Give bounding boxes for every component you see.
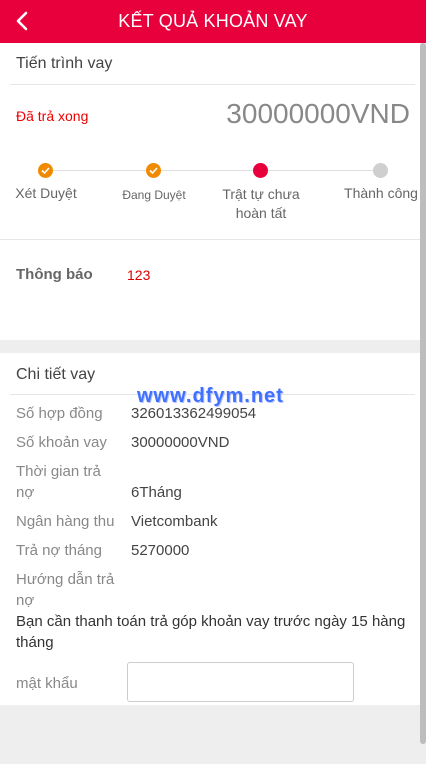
monthly-payment-value: 5270000 <box>131 542 190 559</box>
divider <box>10 84 415 85</box>
step-dot-approving <box>146 163 161 178</box>
loan-progress-card: Tiến trình vay Đã trả xong 30000000VND X… <box>0 43 420 340</box>
loan-term-value: 6Tháng <box>131 484 182 501</box>
receiving-bank-value: Vietcombank <box>131 513 218 530</box>
password-input[interactable] <box>127 662 354 702</box>
receiving-bank-label: Ngân hàng thu <box>16 513 115 530</box>
loan-amount-label: Số khoản vay <box>16 434 107 451</box>
contract-number-label: Số hợp đồng <box>16 405 103 422</box>
loan-amount: 30000000VND <box>226 98 410 129</box>
monthly-payment-label: Trả nợ tháng <box>16 542 102 559</box>
loan-amount-value: 30000000VND <box>131 434 230 451</box>
repayment-instruction: Bạn cần thanh toán trả góp khoản vay trư… <box>16 613 406 651</box>
loan-status: Đã trả xong <box>16 108 89 124</box>
divider <box>0 239 420 240</box>
step-label-pending-order: Trật tự chưa hoàn tất <box>222 186 300 221</box>
step-label-success: Thành công <box>344 185 418 201</box>
step-dot-pending-order <box>253 163 268 178</box>
loan-term-label: Thời gian trả nợ <box>16 463 101 501</box>
scrollbar[interactable] <box>420 43 426 744</box>
step-dot-review <box>38 163 53 178</box>
check-icon <box>149 167 158 175</box>
step-dot-success <box>373 163 388 178</box>
details-section-title: Chi tiết vay <box>16 366 96 383</box>
step-label-review: Xét Duyệt <box>15 185 77 201</box>
progress-track <box>46 170 382 171</box>
progress-section-title: Tiến trình vay <box>16 55 113 72</box>
step-label-approving: Đang Duyệt <box>122 188 186 202</box>
page-title: KẾT QUẢ KHOẢN VAY <box>118 11 308 31</box>
repayment-guide-label: Hướng dẫn trả nợ <box>16 571 115 609</box>
password-label: mật khẩu <box>16 675 78 692</box>
check-icon <box>41 167 50 175</box>
notice-label: Thông báo <box>16 266 93 283</box>
notice-value: 123 <box>127 267 151 283</box>
app-header: KẾT QUẢ KHOẢN VAY <box>0 0 426 43</box>
watermark: www.dfym.net <box>137 385 284 407</box>
